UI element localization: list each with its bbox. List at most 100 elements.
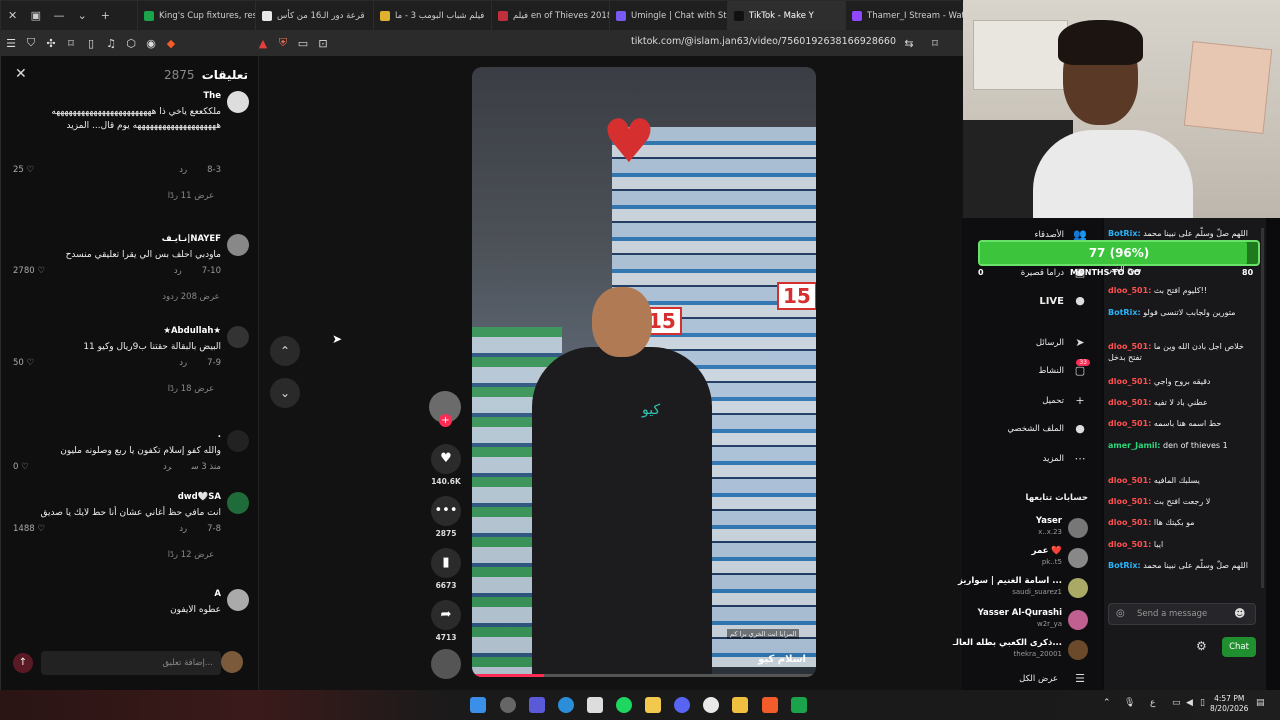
chat-username[interactable]: amer_Jamil:	[1108, 441, 1161, 450]
minimize-window-icon[interactable]: —	[47, 9, 70, 22]
browser-tab[interactable]: King's Cup fixtures, resu	[137, 1, 255, 30]
emote-icon[interactable]: ☻	[1234, 607, 1245, 620]
chat-username[interactable]: dloo_501:	[1108, 342, 1151, 351]
comment-action[interactable]: ••• 2875	[429, 496, 463, 538]
heart-icon[interactable]: ♥	[431, 444, 461, 474]
network-icon[interactable]: ▭	[1172, 698, 1181, 708]
browser-tab[interactable]: فيلم en of Thieves 2018	[491, 1, 609, 30]
view-replies-button[interactable]: عرض 208 ردود	[141, 292, 241, 302]
video-player[interactable]: ♥ 15 15 كيو المرايا انت الخري برا كم اسل…	[472, 67, 816, 677]
following-item[interactable]: اسامة الغنيم | سواريز ... saudi_suarez1	[958, 576, 1102, 600]
share-action[interactable]: ➦ 4713	[429, 600, 463, 642]
comment-input[interactable]: إضافة تعليق...	[41, 651, 221, 675]
chat-username[interactable]: dloo_501:	[1108, 419, 1151, 428]
close-icon[interactable]: ✕	[15, 66, 27, 82]
gear-icon[interactable]: ⚙	[1196, 639, 1207, 653]
heart-outline-icon[interactable]: ♡	[24, 165, 35, 175]
following-item[interactable]: عمر ❤️ pk..t5	[962, 546, 1102, 570]
brave-icon[interactable]	[762, 697, 778, 713]
view-replies-button[interactable]: عرض 11 ردًا	[141, 191, 241, 201]
comment-username[interactable]: dwd🤍SA	[178, 492, 221, 502]
avatar[interactable]	[227, 91, 249, 113]
sidebar-item-profile[interactable]: الملف الشخصي ●	[962, 422, 1102, 440]
browser-tab[interactable]: TikTok - Make Y	[727, 1, 846, 30]
chevron-up-icon[interactable]: ⌃	[1103, 698, 1111, 708]
tab-list-chevron-icon[interactable]: ⌄	[71, 9, 94, 22]
like-count[interactable]: 25 ♡	[13, 165, 34, 175]
avatar[interactable]	[227, 234, 249, 256]
heart-outline-icon[interactable]: ♡	[18, 462, 29, 472]
chat-username[interactable]: BotRix:	[1108, 308, 1141, 317]
like-count[interactable]: 2780 ♡	[13, 266, 45, 276]
extension-icon[interactable]: ⬡	[121, 37, 141, 50]
show-all-link[interactable]: عرض الكل	[1019, 674, 1058, 684]
reply-link[interactable]: رد	[179, 524, 187, 534]
chat-username[interactable]: dloo_501:	[1108, 286, 1151, 295]
bookmark-icon[interactable]: ▮	[431, 548, 461, 578]
chat-username[interactable]: BotRix:	[1108, 229, 1141, 238]
restore-window-icon[interactable]: ▣	[24, 9, 47, 22]
sidebar-item-messages[interactable]: الرسائل ➤	[962, 336, 1102, 354]
edge-icon[interactable]	[558, 697, 574, 713]
sidebar-item-activity[interactable]: النشاط ▢ 33	[962, 359, 1102, 382]
search-icon[interactable]	[500, 697, 516, 713]
avatar[interactable]	[227, 430, 249, 452]
volume-icon[interactable]: ◀	[1186, 698, 1193, 708]
music-disc-icon[interactable]	[431, 649, 461, 679]
start-icon[interactable]	[470, 697, 486, 713]
store-icon[interactable]	[587, 697, 603, 713]
app-icon[interactable]	[732, 697, 748, 713]
bookmark-icon[interactable]: ⌑	[61, 37, 81, 50]
puzzle-icon[interactable]: ✣	[41, 37, 61, 50]
chat-send-button[interactable]: Chat	[1222, 637, 1256, 657]
reply-link[interactable]: رد	[179, 165, 187, 175]
comment-username[interactable]: The	[203, 91, 221, 101]
profile-icon[interactable]: ●	[1072, 422, 1088, 435]
music-icon[interactable]: ♫	[101, 37, 121, 50]
share-icon[interactable]: ⇆	[899, 37, 919, 50]
battery-icon[interactable]: ▯	[1200, 698, 1205, 708]
notification-icon[interactable]: ▤	[1256, 698, 1265, 708]
heart-outline-icon[interactable]: ♡	[24, 358, 35, 368]
next-video-button[interactable]: ⌄	[270, 378, 300, 408]
chat-username[interactable]: dloo_501:	[1108, 497, 1151, 506]
sidebar-icon[interactable]: ▯	[81, 37, 101, 50]
following-item[interactable]: ذكرى الكعبي بطله العالـ... thekra_20001	[953, 638, 1102, 662]
address-bar[interactable]: tiktok.com/@islam.jan63/video/7560192638…	[521, 36, 896, 47]
chat-username[interactable]: dloo_501:	[1108, 518, 1151, 527]
warning-icon[interactable]: ▲	[253, 37, 273, 50]
messages-icon[interactable]: ➤	[1072, 336, 1088, 349]
save-action[interactable]: ▮ 6673	[429, 548, 463, 590]
view-replies-button[interactable]: عرض 12 ردًا	[141, 550, 241, 560]
new-tab-icon[interactable]: +	[94, 9, 117, 22]
share-arrow-icon[interactable]: ➦	[431, 600, 461, 630]
upload-icon[interactable]: +	[1072, 394, 1088, 407]
live-icon[interactable]: ●	[1072, 294, 1088, 307]
comment-username[interactable]: NAYEF|نـايـف	[162, 234, 221, 244]
comment-icon[interactable]: •••	[431, 496, 461, 526]
avatar[interactable]	[227, 326, 249, 348]
avatar[interactable]	[227, 589, 249, 611]
bookmark-page-icon[interactable]: ⌑	[925, 37, 945, 50]
sidebar-item-upload[interactable]: تحميل +	[962, 394, 1102, 412]
wallet-icon[interactable]: ◉	[141, 37, 161, 50]
chat-username[interactable]: dloo_501:	[1108, 476, 1151, 485]
menu-icon[interactable]: ☰	[1, 37, 21, 50]
screenshot-icon[interactable]: ⊡	[313, 37, 333, 50]
following-item[interactable]: Yaser x..x.23	[962, 516, 1102, 540]
teams-icon[interactable]	[529, 697, 545, 713]
chat-username[interactable]: dloo_501:	[1108, 540, 1151, 549]
reply-link[interactable]: رد	[174, 266, 182, 276]
chat-scrollbar[interactable]	[1261, 228, 1264, 588]
chat-username[interactable]: dloo_501:	[1108, 377, 1151, 386]
screen-icon[interactable]: ▭	[293, 37, 313, 50]
reply-link[interactable]: رد	[179, 358, 187, 368]
microphone-icon[interactable]: 🎙	[1124, 698, 1135, 708]
close-window-icon[interactable]: ✕	[1, 9, 24, 22]
chat-username[interactable]: BotRix:	[1108, 561, 1141, 570]
follow-button[interactable]: +	[439, 414, 452, 427]
spotify-icon[interactable]	[616, 697, 632, 713]
clock[interactable]: 4:57 PM 8/20/2026	[1210, 694, 1248, 714]
sidebar-item-live[interactable]: LIVE ●	[962, 294, 1102, 312]
like-action[interactable]: ♥ 140.6K	[429, 444, 463, 486]
